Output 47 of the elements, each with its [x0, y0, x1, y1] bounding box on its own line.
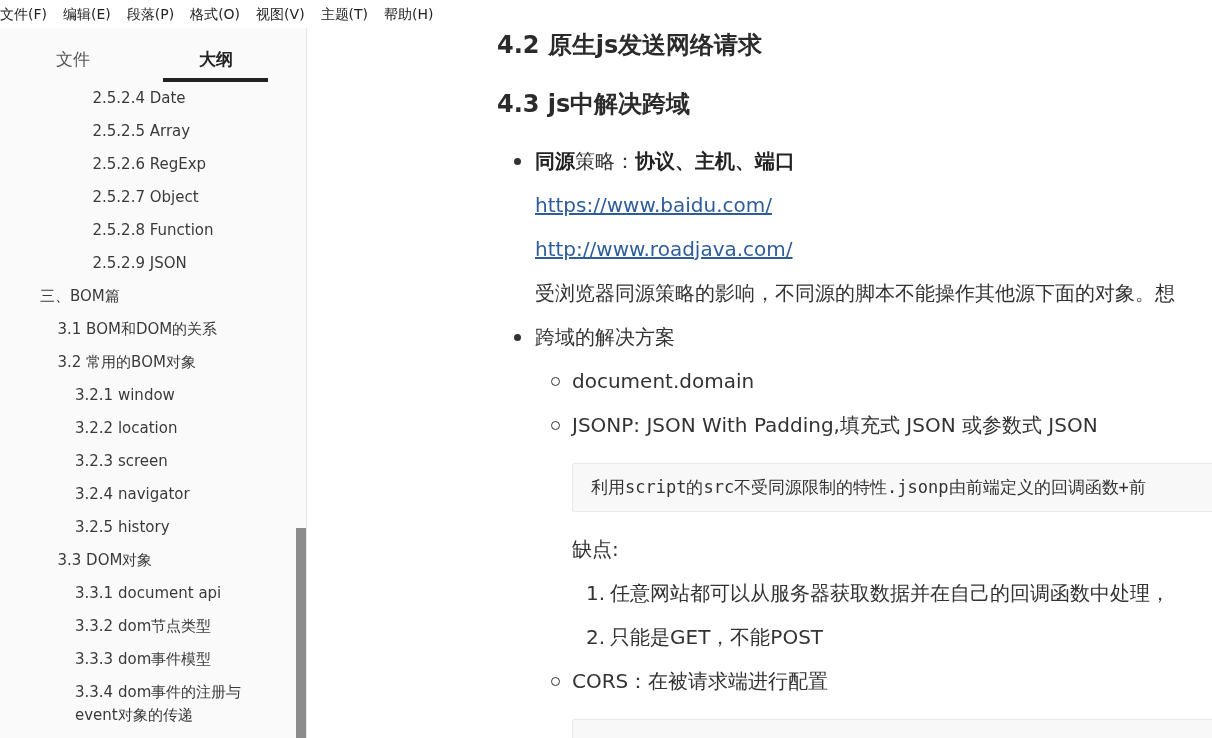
- scrollbar-thumb[interactable]: [296, 528, 306, 738]
- list-item-text: JSONP: JSON With Padding,填充式 JSON 或参数式 JSON: [572, 412, 1098, 439]
- outline-item[interactable]: 3.3.3 dom事件模型: [75, 643, 212, 676]
- list-item-text: 同源策略：协议、主机、端口: [535, 148, 795, 175]
- outline-item[interactable]: 3.3.1 document api: [75, 577, 222, 610]
- code-block: 利用script的src不受同源限制的特性.jsonp由前端定义的回调函数+前: [572, 463, 1212, 512]
- menu-item[interactable]: 文件(F): [0, 3, 47, 25]
- outline-item[interactable]: 3.2.1 window: [75, 379, 175, 412]
- bullet-icon: [514, 157, 521, 165]
- outline-item[interactable]: 3.2.5 history: [75, 511, 170, 544]
- list-number: 1.: [585, 580, 605, 607]
- paragraph: 缺点:: [572, 536, 619, 563]
- menu-item[interactable]: 视图(V): [256, 3, 305, 25]
- menu-item[interactable]: 主题(T): [320, 3, 369, 25]
- outline-item[interactable]: 3.2.4 navigator: [75, 478, 190, 511]
- outline-item[interactable]: 2.5.2.8 Function: [92, 214, 214, 247]
- link[interactable]: http://www.roadjava.com/: [535, 234, 793, 264]
- bullet-icon: [514, 333, 521, 341]
- list-item-text: 跨域的解决方案: [535, 324, 675, 351]
- outline-item[interactable]: 3.3 DOM对象: [57, 544, 153, 577]
- list-item-text: 任意网站都可以从服务器获取数据并在自己的回调函数中处理，: [610, 580, 1170, 607]
- menu-item[interactable]: 帮助(H): [384, 3, 434, 25]
- paragraph: 受浏览器同源策略的影响，不同源的脚本不能操作其他源下面的对象。想: [535, 280, 1175, 307]
- section-heading: 4.2 原生js发送网络请求: [497, 30, 763, 61]
- list-item-text: 只能是GET，不能POST: [610, 624, 824, 651]
- menu-item[interactable]: 编辑(E): [63, 3, 111, 25]
- menu-item[interactable]: 段落(P): [126, 3, 175, 25]
- outline-item[interactable]: 3.1 BOM和DOM的关系: [57, 313, 218, 346]
- outline-item[interactable]: 3.3.4 dom事件的注册与event对象的传递: [75, 676, 255, 732]
- outline-item[interactable]: 三、BOM篇: [40, 280, 120, 313]
- link[interactable]: https://www.baidu.com/: [535, 190, 772, 220]
- sidebar-tab[interactable]: 大纲: [163, 40, 268, 82]
- outline-item[interactable]: 3.2 常用的BOM对象: [57, 346, 196, 379]
- outline-item[interactable]: 2.5.2.5 Array: [92, 115, 191, 148]
- outline-item[interactable]: 3.2.2 location: [75, 412, 178, 445]
- outline-item[interactable]: 3.2.3 screen: [75, 445, 168, 478]
- outline-item[interactable]: 2.5.2.6 RegExp: [92, 148, 207, 181]
- list-number: 2.: [585, 624, 605, 651]
- menu-item[interactable]: 格式(O): [190, 3, 241, 25]
- list-item-text: document.domain: [572, 368, 755, 395]
- outline-item[interactable]: 2.5.2.4 Date: [92, 82, 186, 115]
- outline-item[interactable]: 2.5.2.9 JSON: [92, 247, 187, 280]
- outline-item[interactable]: 3.3.2 dom节点类型: [75, 610, 212, 643]
- outline-item[interactable]: 2.5.2.7 Object: [92, 181, 199, 214]
- list-item-text: CORS：在被请求端进行配置: [572, 668, 829, 695]
- sidebar-tab[interactable]: 文件: [20, 40, 125, 82]
- section-heading: 4.3 js中解决跨域: [497, 89, 691, 120]
